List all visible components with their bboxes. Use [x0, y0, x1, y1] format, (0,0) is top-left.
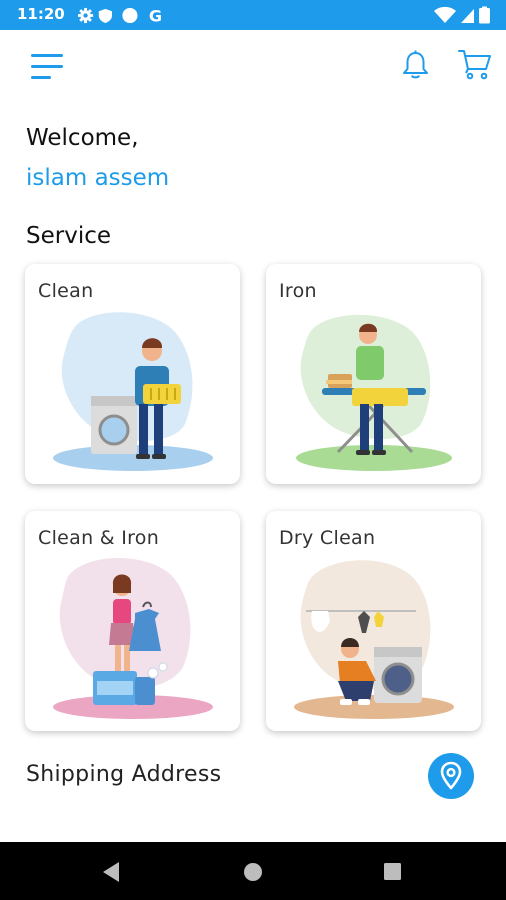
status-right-icons	[434, 6, 490, 24]
service-section-title: Service	[26, 223, 112, 249]
bell-icon[interactable]	[402, 50, 429, 80]
circle-icon	[122, 7, 138, 24]
service-card-label: Clean & Iron	[38, 527, 160, 549]
system-nav-bar	[0, 842, 506, 900]
home-icon[interactable]	[243, 862, 263, 882]
shield-icon	[98, 8, 112, 24]
status-time: 11:20	[17, 5, 65, 23]
service-card-label: Dry Clean	[279, 527, 376, 549]
status-bar: 11:20 G	[0, 0, 506, 30]
service-card-dry-clean[interactable]: Dry Clean	[266, 511, 481, 731]
cart-icon[interactable]	[458, 48, 492, 80]
service-card-clean[interactable]: Clean	[25, 264, 240, 484]
welcome-text: Welcome,	[26, 125, 139, 151]
location-pin-icon	[440, 761, 462, 790]
gear-icon	[78, 7, 94, 24]
service-card-clean-iron[interactable]: Clean & Iron	[25, 511, 240, 731]
google-g-icon: G	[149, 7, 162, 24]
location-pin-button[interactable]	[428, 753, 474, 799]
hamburger-menu-icon[interactable]	[31, 53, 63, 81]
username-text: islam assem	[26, 165, 170, 191]
signal-icon	[461, 9, 474, 23]
service-card-label: Iron	[279, 280, 317, 302]
shipping-address-label: Shipping Address	[26, 762, 222, 787]
back-icon[interactable]	[101, 861, 121, 883]
recents-icon[interactable]	[383, 862, 402, 881]
service-card-iron[interactable]: Iron	[266, 264, 481, 484]
service-card-label: Clean	[38, 280, 94, 302]
app-bar	[0, 30, 506, 102]
status-left-icons: G	[78, 7, 162, 24]
wifi-icon	[434, 6, 456, 23]
battery-icon	[479, 6, 490, 24]
